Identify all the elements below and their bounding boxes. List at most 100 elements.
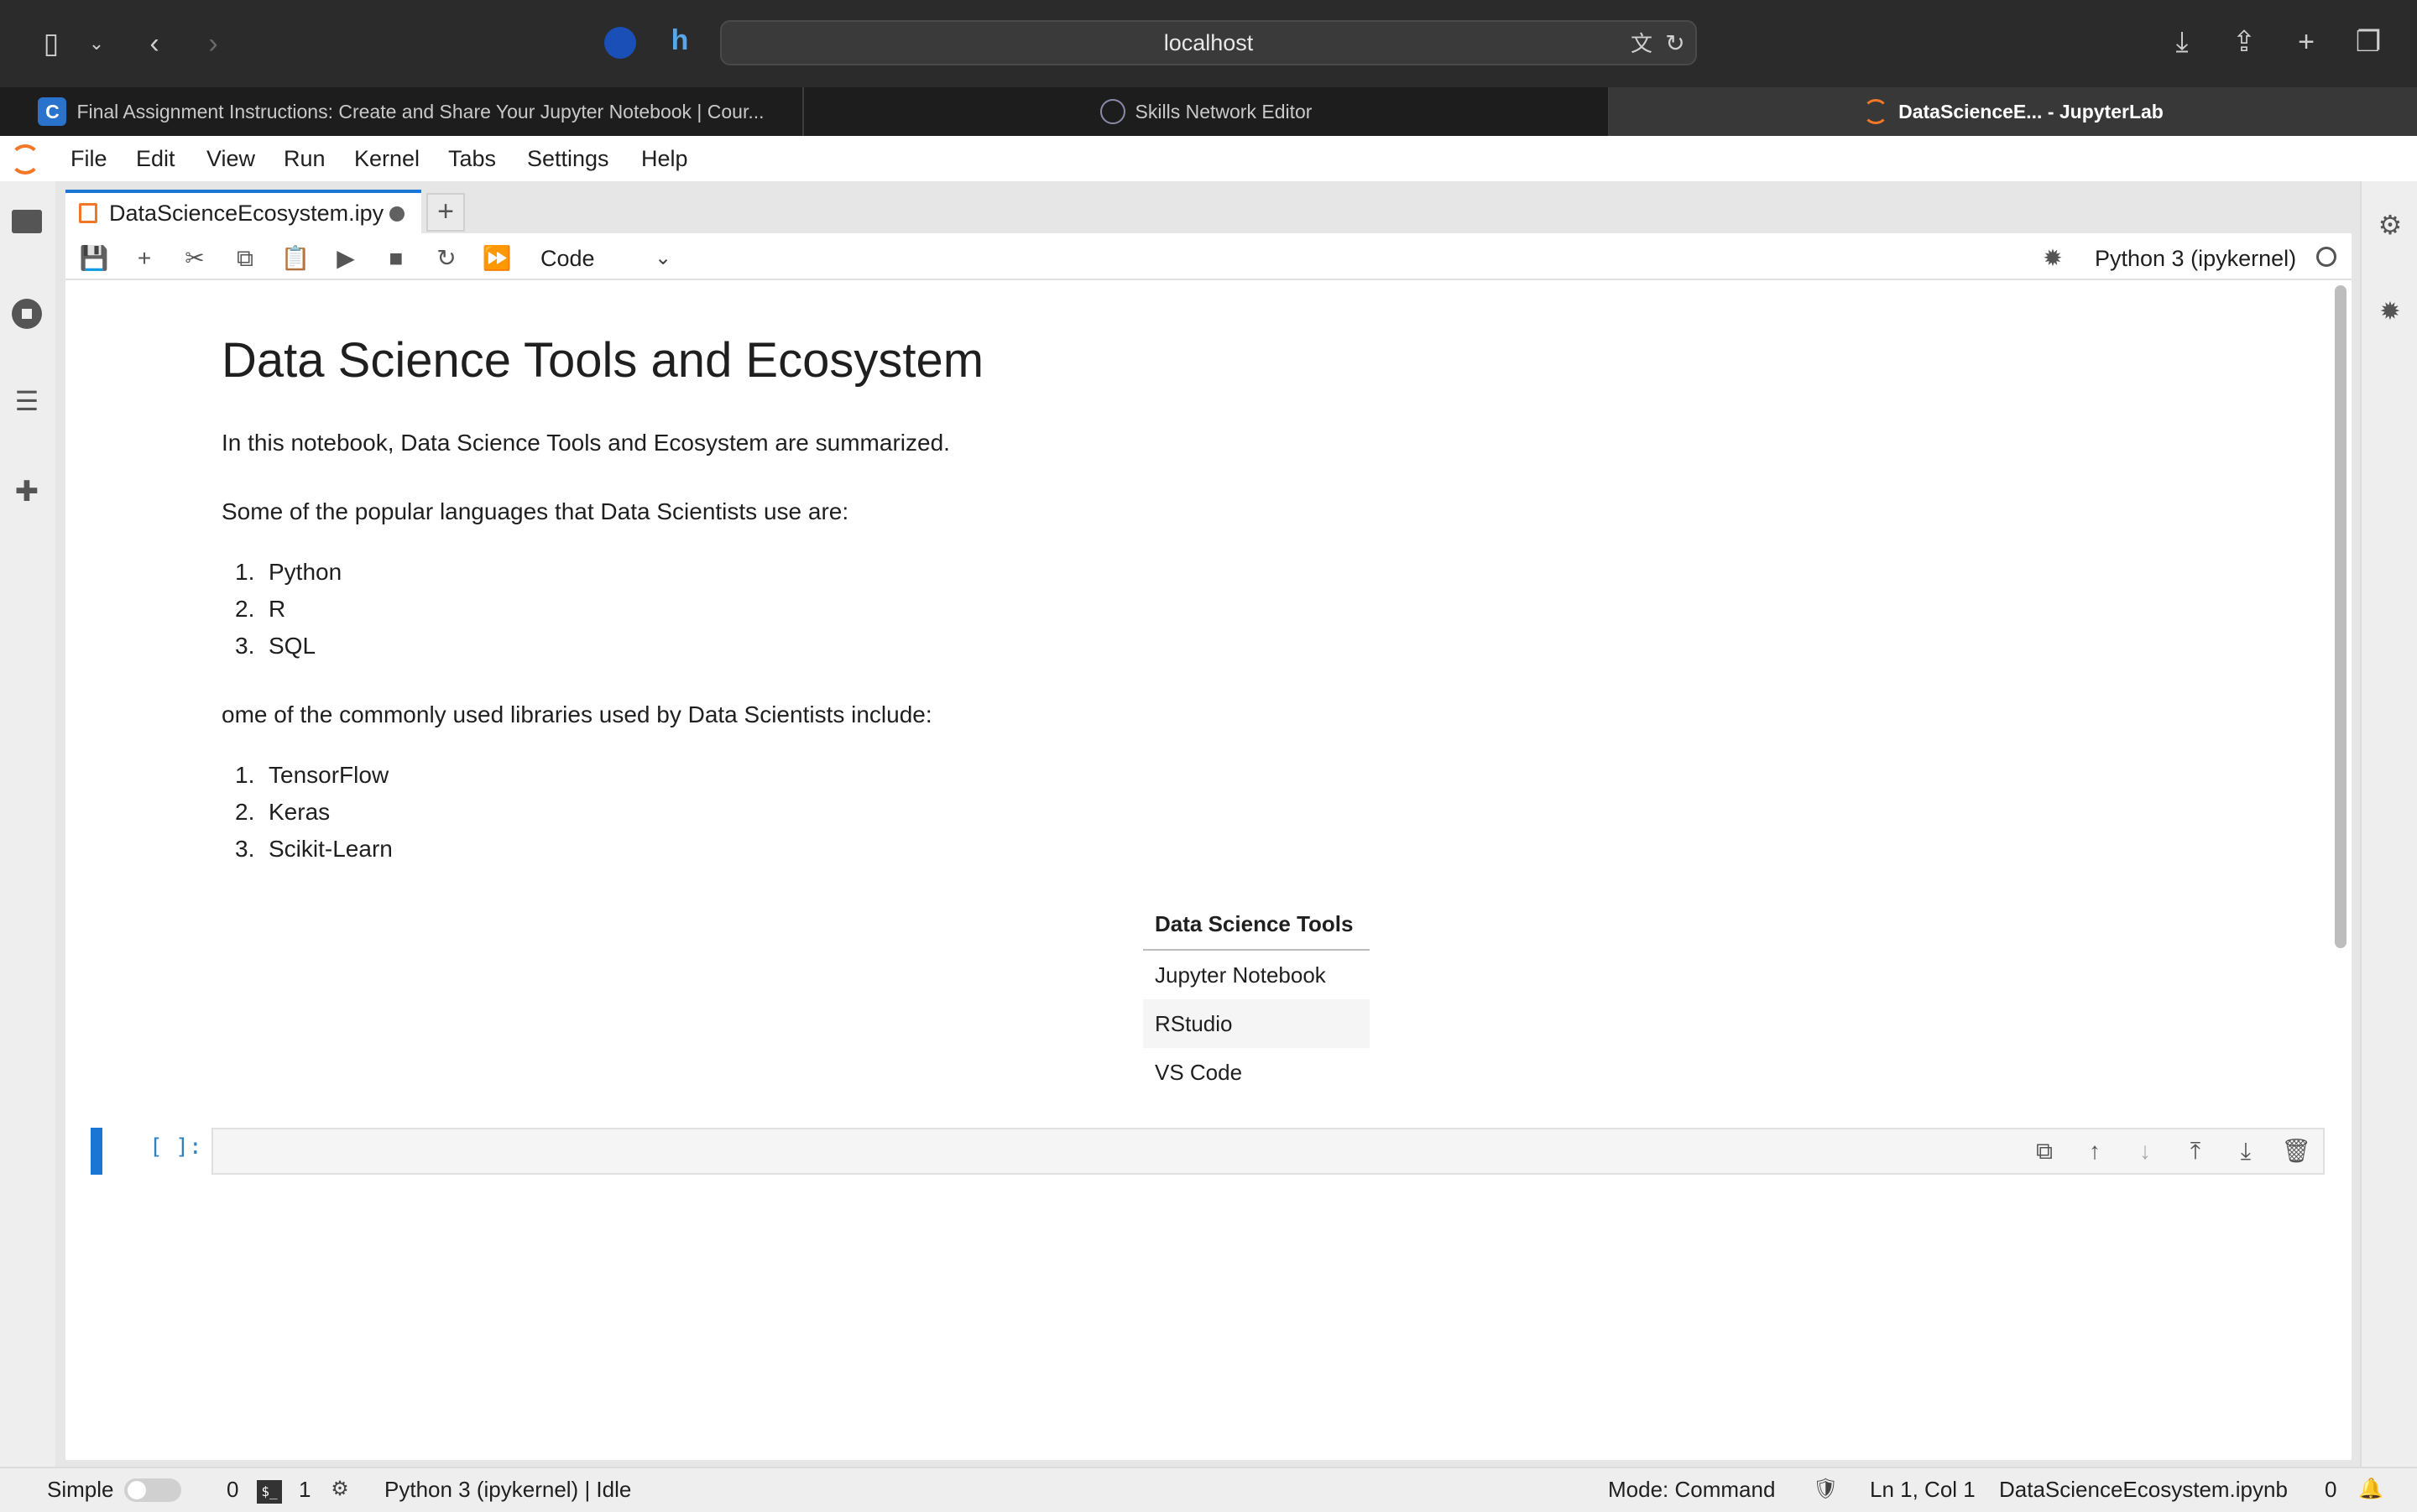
active-cell-marker[interactable]: [91, 1128, 102, 1175]
table-row: Jupyter Notebook: [1143, 950, 1370, 999]
list-item: 2. R: [235, 596, 286, 622]
translate-icon[interactable]: 文: [1625, 27, 1658, 60]
menu-kernel[interactable]: Kernel: [354, 136, 420, 181]
share-icon[interactable]: ⇪: [2226, 25, 2263, 59]
chevron-down-icon[interactable]: ⌄: [84, 27, 109, 60]
intro-paragraph: In this notebook, Data Science Tools and…: [222, 430, 950, 456]
browser-tab-coursera[interactable]: C Final Assignment Instructions: Create …: [0, 87, 802, 136]
jupyter-menubar: File Edit View Run Kernel Tabs Settings …: [0, 136, 2417, 183]
notebook-title: Data Science Tools and Ecosystem: [222, 333, 984, 388]
insert-above-icon[interactable]: ⤒: [2180, 1136, 2211, 1166]
save-icon[interactable]: 💾: [79, 243, 109, 274]
run-all-icon[interactable]: ⏩: [482, 243, 512, 274]
jupyter-favicon-icon: [1863, 99, 1889, 124]
cut-icon[interactable]: ✂: [180, 243, 210, 274]
url-text: localhost: [1163, 30, 1254, 55]
kernel-idle-icon: [2316, 247, 2336, 267]
kernel-chip-icon: ⚙: [331, 1478, 349, 1500]
menu-view[interactable]: View: [206, 136, 255, 181]
skills-network-favicon-icon: [1099, 99, 1125, 124]
restart-icon[interactable]: ↻: [431, 243, 462, 274]
kernel-name[interactable]: Python 3 (ipykernel): [2095, 243, 2296, 274]
move-up-icon[interactable]: ↑: [2080, 1136, 2110, 1166]
kernel-debugger-icon[interactable]: ✹: [2038, 243, 2068, 274]
back-icon[interactable]: ‹: [138, 27, 171, 60]
table-header: Data Science Tools: [1143, 899, 1370, 951]
cursor-position[interactable]: Ln 1, Col 1: [1870, 1470, 1976, 1509]
running-kernels-icon[interactable]: [12, 299, 42, 329]
list-item: 1. TensorFlow: [235, 762, 389, 788]
browser-tab-skills-network[interactable]: Skills Network Editor: [804, 87, 1608, 136]
table-cell: RStudio: [1143, 999, 1370, 1048]
extension-shield-icon[interactable]: [604, 27, 636, 59]
address-bar[interactable]: localhost 文 ↻: [720, 20, 1697, 65]
unsaved-indicator-icon[interactable]: [389, 206, 405, 222]
list-item: 3. Scikit-Learn: [235, 836, 393, 862]
extensions-icon[interactable]: ✚: [10, 475, 44, 508]
duplicate-cell-icon[interactable]: ⧉: [2029, 1136, 2059, 1166]
browser-tab-label: DataScienceE... - JupyterLab: [1898, 100, 2164, 123]
paste-icon[interactable]: 📋: [280, 243, 311, 274]
menu-help[interactable]: Help: [641, 136, 688, 181]
languages-heading: Some of the popular languages that Data …: [222, 498, 849, 524]
table-row: VS Code: [1143, 1048, 1370, 1097]
list-item: 3. SQL: [235, 633, 316, 659]
menu-settings[interactable]: Settings: [527, 136, 609, 181]
stop-icon[interactable]: ■: [381, 243, 411, 274]
left-sidebar: ☰ ✚: [0, 181, 57, 1467]
menu-tabs[interactable]: Tabs: [448, 136, 496, 181]
move-down-icon[interactable]: ↓: [2130, 1136, 2160, 1166]
chevron-down-icon[interactable]: ⌄: [655, 243, 671, 274]
bell-icon[interactable]: 🔔: [2358, 1477, 2383, 1502]
notebook-tab[interactable]: DataScienceEcosystem.ipy: [65, 190, 421, 233]
download-icon[interactable]: ⤓: [2164, 25, 2200, 59]
forward-icon: ›: [208, 28, 218, 60]
new-tab-icon[interactable]: +: [2288, 25, 2325, 59]
tab-overview-icon[interactable]: ❐: [2350, 25, 2387, 59]
kernels-count[interactable]: 1: [299, 1470, 311, 1509]
coursera-favicon-icon: C: [38, 97, 67, 126]
browser-toolbar: ▯ ⌄ ‹ › h localhost 文 ↻ ⤓ ⇪ + ❐: [0, 0, 2417, 87]
delete-cell-icon[interactable]: 🗑: [2281, 1136, 2311, 1166]
menu-run[interactable]: Run: [284, 136, 326, 181]
insert-cell-icon[interactable]: +: [129, 243, 159, 274]
reload-icon[interactable]: ↻: [1660, 27, 1690, 60]
cell-type-select[interactable]: Code: [540, 243, 595, 274]
terminals-count[interactable]: 0: [227, 1470, 238, 1509]
table-cell: Jupyter Notebook: [1155, 962, 1326, 988]
libraries-heading: ome of the commonly used libraries used …: [222, 701, 932, 727]
honey-extension-icon[interactable]: h: [661, 23, 698, 57]
notebook-panel: [65, 233, 2352, 1460]
mode-indicator: Mode: Command: [1608, 1477, 1776, 1502]
table-cell: VS Code: [1155, 1059, 1243, 1085]
simple-mode-label: Simple: [47, 1477, 114, 1502]
add-launcher-button[interactable]: +: [426, 193, 465, 232]
jupyter-logo-icon: [10, 144, 40, 175]
kernel-status-text[interactable]: Python 3 (ipykernel) | Idle: [384, 1470, 631, 1509]
run-icon[interactable]: ▶: [331, 243, 361, 274]
code-cell-input[interactable]: [211, 1128, 2325, 1175]
notification-count: 0: [2325, 1477, 2337, 1502]
property-inspector-icon[interactable]: ⚙: [2373, 208, 2407, 242]
table-of-contents-icon[interactable]: ☰: [10, 386, 44, 416]
tools-table: Data Science Tools Jupyter Notebook RStu…: [1143, 899, 1370, 1097]
status-filename: DataScienceEcosystem.ipynb: [1999, 1477, 2288, 1502]
browser-tab-jupyterlab[interactable]: DataScienceE... - JupyterLab: [1610, 87, 2417, 136]
menu-file[interactable]: File: [70, 136, 107, 181]
cell-prompt: [ ]:: [149, 1134, 202, 1160]
list-item: 1. Python: [235, 559, 342, 585]
debugger-icon[interactable]: ✹: [2373, 295, 2407, 329]
shield-icon[interactable]: 🛡: [1813, 1477, 1838, 1502]
copy-icon[interactable]: ⧉: [230, 243, 260, 274]
list-item: 2. Keras: [235, 799, 331, 825]
browser-tab-bar: C Final Assignment Instructions: Create …: [0, 87, 2417, 136]
browser-tab-label: Final Assignment Instructions: Create an…: [76, 100, 765, 123]
scrollbar[interactable]: [2335, 285, 2347, 948]
table-row: RStudio: [1143, 999, 1370, 1048]
sidebar-toggle-icon[interactable]: ▯: [32, 27, 70, 60]
menu-edit[interactable]: Edit: [136, 136, 175, 181]
terminal-icon: $_: [257, 1480, 282, 1504]
insert-below-icon[interactable]: ⤓: [2231, 1136, 2261, 1166]
browser-tab-label: Skills Network Editor: [1135, 100, 1313, 123]
file-browser-icon[interactable]: [12, 210, 42, 233]
